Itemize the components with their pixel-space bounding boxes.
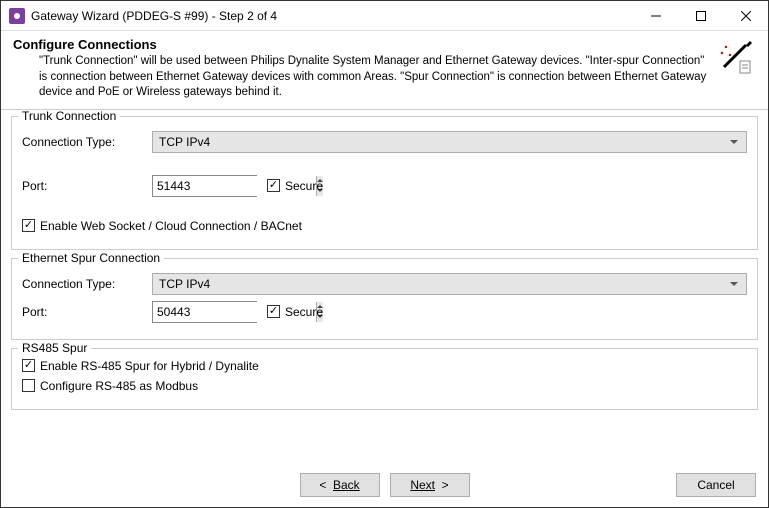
next-button[interactable]: Next >: [390, 473, 470, 497]
spur-conn-type-label: Connection Type:: [22, 277, 152, 291]
trunk-conn-type-label: Connection Type:: [22, 135, 152, 149]
spur-legend: Ethernet Spur Connection: [18, 251, 164, 265]
page-title: Configure Connections: [13, 37, 708, 52]
rs485-modbus-checkbox[interactable]: Configure RS-485 as Modbus: [22, 379, 198, 393]
page-description: "Trunk Connection" will be used between …: [13, 54, 708, 101]
rs485-enable-checkbox[interactable]: Enable RS-485 Spur for Hybrid / Dynalite: [22, 359, 259, 373]
rs485-modbus-label: Configure RS-485 as Modbus: [40, 379, 198, 393]
trunk-port-input-wrap: [152, 175, 257, 197]
rs485-enable-label: Enable RS-485 Spur for Hybrid / Dynalite: [40, 359, 259, 373]
spur-conn-type-select[interactable]: TCP IPv4: [152, 273, 747, 295]
maximize-button[interactable]: [678, 1, 723, 31]
minimize-icon: [651, 11, 661, 21]
spur-secure-label: Secure: [285, 305, 323, 319]
window-title: Gateway Wizard (PDDEG-S #99) - Step 2 of…: [31, 9, 633, 23]
spur-conn-type-value: TCP IPv4: [159, 277, 210, 291]
spur-port-input-wrap: [152, 301, 257, 323]
close-button[interactable]: [723, 1, 768, 31]
maximize-icon: [696, 11, 706, 21]
titlebar: Gateway Wizard (PDDEG-S #99) - Step 2 of…: [1, 1, 768, 31]
trunk-enable-websocket-checkbox[interactable]: Enable Web Socket / Cloud Connection / B…: [22, 219, 302, 233]
checkbox-icon: [267, 179, 280, 192]
back-button[interactable]: < Back: [300, 473, 380, 497]
trunk-connection-group: Trunk Connection Connection Type: TCP IP…: [11, 116, 758, 250]
wizard-footer: < Back Next > Cancel: [1, 463, 768, 507]
wizard-header: Configure Connections "Trunk Connection"…: [1, 31, 768, 110]
wizard-icon: [716, 37, 756, 77]
checkbox-icon: [22, 219, 35, 232]
checkbox-icon: [22, 359, 35, 372]
content-area: Trunk Connection Connection Type: TCP IP…: [1, 110, 768, 463]
spur-port-label: Port:: [22, 305, 152, 319]
close-icon: [741, 11, 751, 21]
trunk-port-label: Port:: [22, 179, 152, 193]
trunk-secure-label: Secure: [285, 179, 323, 193]
rs485-group: RS485 Spur Enable RS-485 Spur for Hybrid…: [11, 348, 758, 410]
checkbox-icon: [267, 305, 280, 318]
trunk-legend: Trunk Connection: [18, 110, 120, 123]
gateway-wizard-window: Gateway Wizard (PDDEG-S #99) - Step 2 of…: [0, 0, 769, 508]
cancel-button[interactable]: Cancel: [676, 473, 756, 497]
rs485-legend: RS485 Spur: [18, 341, 91, 355]
app-icon: [9, 8, 25, 24]
trunk-conn-type-select[interactable]: TCP IPv4: [152, 131, 747, 153]
spur-connection-group: Ethernet Spur Connection Connection Type…: [11, 258, 758, 340]
trunk-secure-checkbox[interactable]: Secure: [267, 179, 323, 193]
minimize-button[interactable]: [633, 1, 678, 31]
trunk-conn-type-value: TCP IPv4: [159, 135, 210, 149]
trunk-enable-websocket-label: Enable Web Socket / Cloud Connection / B…: [40, 219, 302, 233]
checkbox-icon: [22, 379, 35, 392]
spur-secure-checkbox[interactable]: Secure: [267, 305, 323, 319]
